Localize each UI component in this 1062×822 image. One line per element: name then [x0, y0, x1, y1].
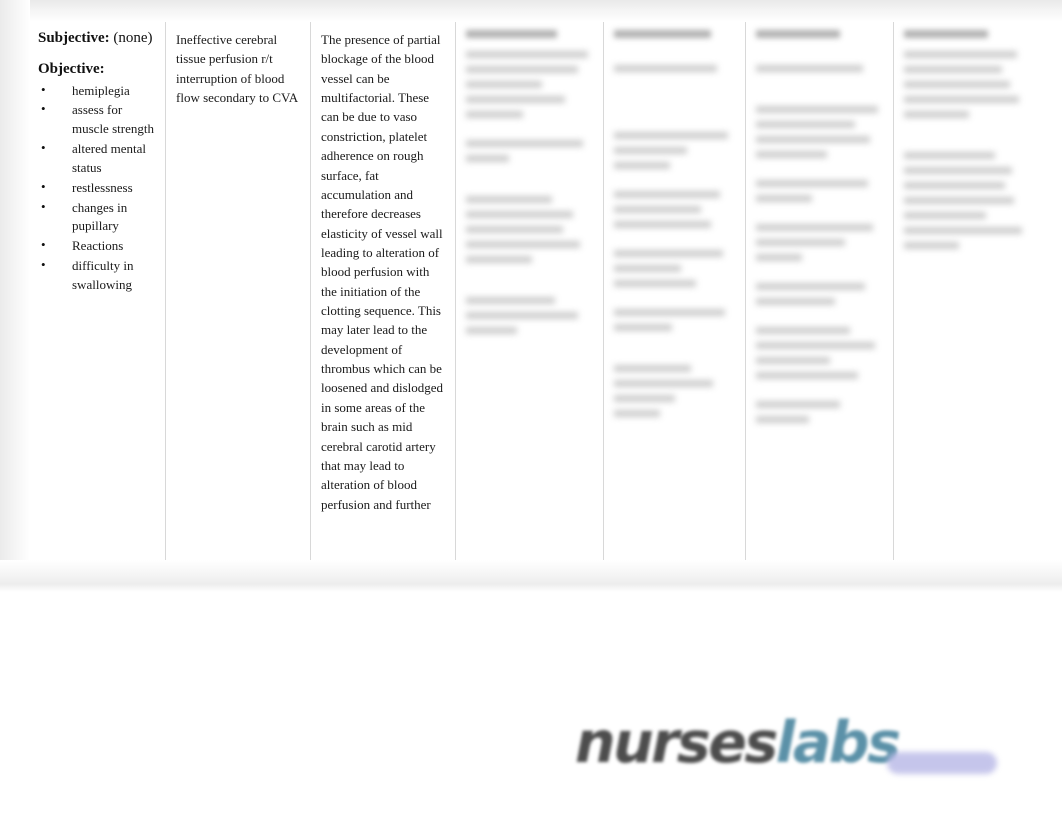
logo-wordmark: nurseslabs	[575, 710, 901, 776]
redacted-line	[466, 51, 588, 58]
objective-heading: Objective:	[38, 61, 105, 78]
redacted-line	[756, 224, 873, 231]
redacted-line	[756, 357, 830, 364]
redacted-line	[466, 226, 563, 233]
subjective-value: (none)	[113, 30, 153, 46]
redacted-line	[466, 66, 578, 73]
redacted-line	[614, 250, 723, 257]
redacted-line	[756, 372, 858, 379]
table-column-evaluation	[894, 22, 1034, 585]
list-item: Reactions	[38, 236, 155, 256]
redacted-line	[756, 136, 871, 143]
redacted-line	[614, 162, 670, 169]
redacted-line	[466, 327, 517, 334]
page-top-shading	[0, 0, 1062, 22]
redacted-line	[756, 106, 878, 113]
redacted-line	[466, 96, 566, 103]
redacted-line	[466, 140, 583, 147]
redacted-line	[904, 81, 1010, 88]
redacted-line	[614, 324, 673, 331]
redacted-line	[756, 180, 868, 187]
redacted-line	[466, 111, 524, 118]
diagnosis-text: Ineffective cerebral tissue perfusion r/…	[176, 32, 299, 106]
redacted-heading	[466, 30, 558, 38]
redacted-heading	[904, 30, 988, 38]
list-item: restlessness	[38, 178, 155, 198]
objective-list: hemiplegia assess for muscle strength al…	[38, 81, 155, 295]
redacted-line	[904, 242, 960, 249]
redacted-heading	[614, 30, 711, 38]
redacted-line	[756, 401, 840, 408]
redacted-line	[904, 51, 1017, 58]
list-item: hemiplegia	[38, 81, 155, 101]
redacted-line	[614, 206, 702, 213]
redacted-line	[614, 147, 687, 154]
care-plan-table: Subjective: (none) Objective: hemiplegia…	[28, 22, 1034, 585]
redacted-line	[614, 280, 697, 287]
list-item: assess for muscle strength	[38, 100, 155, 139]
subjective-label: Subjective:	[38, 30, 110, 46]
table-column-assessment: Subjective: (none) Objective: hemiplegia…	[28, 22, 166, 585]
redacted-line	[756, 254, 802, 261]
table-column-goals	[456, 22, 604, 585]
table-column-rationale	[746, 22, 894, 585]
redacted-line	[904, 167, 1012, 174]
logo-underline-bar	[887, 752, 997, 774]
redacted-line	[614, 365, 692, 372]
redacted-line	[756, 416, 810, 423]
redacted-line	[466, 297, 555, 304]
table-column-inference: The presence of partial blockage of the …	[311, 22, 456, 585]
redacted-line	[756, 239, 845, 246]
redacted-heading	[756, 30, 840, 38]
nurseslabs-watermark-logo: nurseslabs	[575, 706, 997, 782]
redacted-line	[904, 197, 1015, 204]
redacted-line	[466, 81, 543, 88]
redacted-line	[466, 155, 510, 162]
redacted-line	[614, 191, 721, 198]
redacted-line	[614, 380, 714, 387]
redacted-line	[466, 312, 578, 319]
page-left-shading	[0, 0, 30, 592]
redacted-line	[756, 342, 876, 349]
redacted-line	[904, 66, 1003, 73]
redacted-line	[466, 256, 533, 263]
redacted-line	[614, 265, 681, 272]
list-item: difficulty in swallowing	[38, 256, 155, 295]
redacted-line	[614, 65, 717, 72]
subjective-heading: Subjective: (none)	[38, 30, 155, 47]
redacted-line	[756, 121, 856, 128]
list-item: altered mental status	[38, 139, 155, 178]
redacted-line	[904, 212, 986, 219]
table-column-intervention	[604, 22, 746, 585]
redacted-line	[614, 221, 711, 228]
redacted-line	[904, 182, 1005, 189]
redacted-line	[756, 195, 812, 202]
redacted-line	[756, 283, 866, 290]
redacted-line	[904, 152, 996, 159]
redacted-line	[756, 298, 835, 305]
logo-secondary-text: labs	[775, 710, 901, 776]
redacted-line	[756, 151, 828, 158]
redacted-line	[904, 96, 1020, 103]
table-column-diagnosis: Ineffective cerebral tissue perfusion r/…	[166, 22, 311, 585]
redacted-line	[466, 196, 553, 203]
redacted-line	[614, 309, 726, 316]
redacted-line	[904, 111, 969, 118]
logo-primary-text: nurses	[575, 710, 778, 776]
redacted-line	[614, 132, 728, 139]
care-plan-document: Subjective: (none) Objective: hemiplegia…	[0, 0, 1062, 592]
inference-text: The presence of partial blockage of the …	[321, 32, 444, 512]
redacted-line	[756, 65, 863, 72]
redacted-line	[756, 327, 850, 334]
redacted-line	[466, 241, 581, 248]
redacted-line	[614, 410, 660, 417]
list-item: changes in pupillary	[38, 198, 155, 237]
redacted-line	[466, 211, 573, 218]
redacted-line	[904, 227, 1022, 234]
redacted-line	[614, 395, 675, 402]
